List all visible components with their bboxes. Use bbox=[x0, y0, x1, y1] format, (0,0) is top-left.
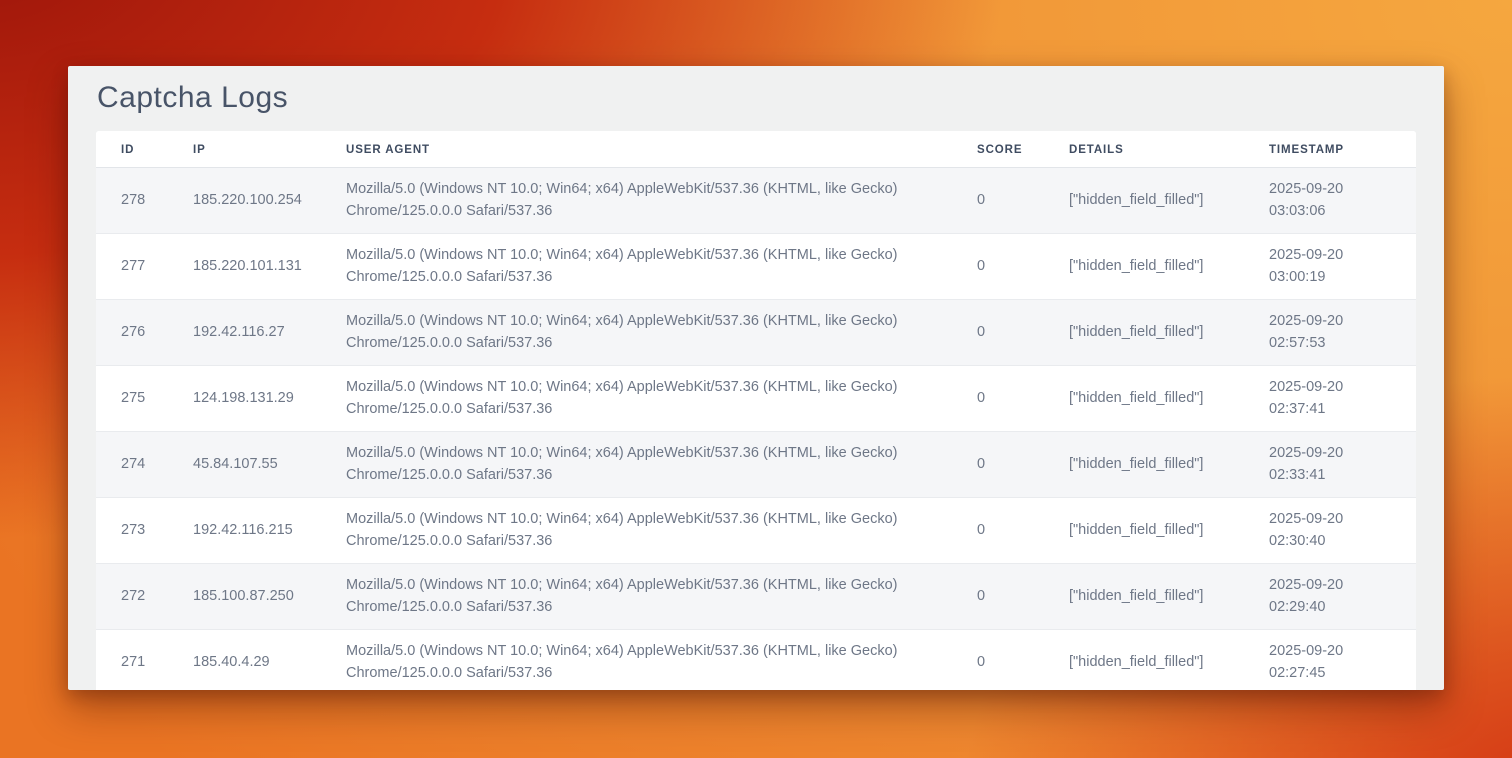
table-row: 277 185.220.101.131 Mozilla/5.0 (Windows… bbox=[96, 234, 1416, 300]
cell-user-agent: Mozilla/5.0 (Windows NT 10.0; Win64; x64… bbox=[346, 432, 977, 498]
column-header-ip: IP bbox=[193, 131, 346, 168]
cell-ip: 185.220.100.254 bbox=[193, 168, 346, 234]
cell-details: ["hidden_field_filled"] bbox=[1069, 564, 1269, 630]
cell-timestamp: 2025-09-20 02:29:40 bbox=[1269, 564, 1416, 630]
page-background: Captcha Logs ID IP USER AGENT SCORE DETA… bbox=[0, 0, 1512, 758]
cell-details: ["hidden_field_filled"] bbox=[1069, 498, 1269, 564]
cell-details: ["hidden_field_filled"] bbox=[1069, 630, 1269, 691]
cell-user-agent: Mozilla/5.0 (Windows NT 10.0; Win64; x64… bbox=[346, 498, 977, 564]
logs-table: ID IP USER AGENT SCORE DETAILS TIMESTAMP… bbox=[96, 131, 1416, 690]
cell-user-agent: Mozilla/5.0 (Windows NT 10.0; Win64; x64… bbox=[346, 564, 977, 630]
column-header-user-agent: USER AGENT bbox=[346, 131, 977, 168]
cell-score: 0 bbox=[977, 168, 1069, 234]
captcha-logs-card: Captcha Logs ID IP USER AGENT SCORE DETA… bbox=[68, 66, 1444, 690]
cell-ip: 45.84.107.55 bbox=[193, 432, 346, 498]
column-header-id: ID bbox=[96, 131, 193, 168]
cell-id: 272 bbox=[96, 564, 193, 630]
cell-id: 273 bbox=[96, 498, 193, 564]
cell-user-agent: Mozilla/5.0 (Windows NT 10.0; Win64; x64… bbox=[346, 234, 977, 300]
cell-score: 0 bbox=[977, 498, 1069, 564]
cell-user-agent: Mozilla/5.0 (Windows NT 10.0; Win64; x64… bbox=[346, 630, 977, 691]
table-row: 272 185.100.87.250 Mozilla/5.0 (Windows … bbox=[96, 564, 1416, 630]
cell-user-agent: Mozilla/5.0 (Windows NT 10.0; Win64; x64… bbox=[346, 168, 977, 234]
cell-ip: 124.198.131.29 bbox=[193, 366, 346, 432]
table-row: 274 45.84.107.55 Mozilla/5.0 (Windows NT… bbox=[96, 432, 1416, 498]
cell-id: 274 bbox=[96, 432, 193, 498]
logs-table-container: ID IP USER AGENT SCORE DETAILS TIMESTAMP… bbox=[96, 131, 1416, 690]
cell-timestamp: 2025-09-20 02:33:41 bbox=[1269, 432, 1416, 498]
cell-details: ["hidden_field_filled"] bbox=[1069, 300, 1269, 366]
cell-details: ["hidden_field_filled"] bbox=[1069, 234, 1269, 300]
cell-user-agent: Mozilla/5.0 (Windows NT 10.0; Win64; x64… bbox=[346, 366, 977, 432]
cell-score: 0 bbox=[977, 564, 1069, 630]
table-body: 278 185.220.100.254 Mozilla/5.0 (Windows… bbox=[96, 168, 1416, 691]
column-header-details: DETAILS bbox=[1069, 131, 1269, 168]
cell-id: 271 bbox=[96, 630, 193, 691]
cell-user-agent: Mozilla/5.0 (Windows NT 10.0; Win64; x64… bbox=[346, 300, 977, 366]
table-row: 273 192.42.116.215 Mozilla/5.0 (Windows … bbox=[96, 498, 1416, 564]
cell-ip: 185.100.87.250 bbox=[193, 564, 346, 630]
column-header-score: SCORE bbox=[977, 131, 1069, 168]
table-row: 276 192.42.116.27 Mozilla/5.0 (Windows N… bbox=[96, 300, 1416, 366]
cell-timestamp: 2025-09-20 02:37:41 bbox=[1269, 366, 1416, 432]
cell-id: 276 bbox=[96, 300, 193, 366]
table-row: 271 185.40.4.29 Mozilla/5.0 (Windows NT … bbox=[96, 630, 1416, 691]
cell-timestamp: 2025-09-20 02:57:53 bbox=[1269, 300, 1416, 366]
table-row: 275 124.198.131.29 Mozilla/5.0 (Windows … bbox=[96, 366, 1416, 432]
cell-id: 278 bbox=[96, 168, 193, 234]
cell-timestamp: 2025-09-20 02:30:40 bbox=[1269, 498, 1416, 564]
cell-id: 277 bbox=[96, 234, 193, 300]
cell-score: 0 bbox=[977, 300, 1069, 366]
cell-timestamp: 2025-09-20 03:00:19 bbox=[1269, 234, 1416, 300]
cell-ip: 192.42.116.215 bbox=[193, 498, 346, 564]
cell-timestamp: 2025-09-20 02:27:45 bbox=[1269, 630, 1416, 691]
cell-score: 0 bbox=[977, 630, 1069, 691]
table-row: 278 185.220.100.254 Mozilla/5.0 (Windows… bbox=[96, 168, 1416, 234]
cell-score: 0 bbox=[977, 234, 1069, 300]
cell-ip: 185.40.4.29 bbox=[193, 630, 346, 691]
cell-score: 0 bbox=[977, 366, 1069, 432]
cell-ip: 185.220.101.131 bbox=[193, 234, 346, 300]
table-header-row: ID IP USER AGENT SCORE DETAILS TIMESTAMP bbox=[96, 131, 1416, 168]
cell-timestamp: 2025-09-20 03:03:06 bbox=[1269, 168, 1416, 234]
cell-id: 275 bbox=[96, 366, 193, 432]
cell-details: ["hidden_field_filled"] bbox=[1069, 366, 1269, 432]
page-title: Captcha Logs bbox=[96, 66, 1416, 131]
cell-ip: 192.42.116.27 bbox=[193, 300, 346, 366]
cell-score: 0 bbox=[977, 432, 1069, 498]
cell-details: ["hidden_field_filled"] bbox=[1069, 432, 1269, 498]
column-header-timestamp: TIMESTAMP bbox=[1269, 131, 1416, 168]
cell-details: ["hidden_field_filled"] bbox=[1069, 168, 1269, 234]
